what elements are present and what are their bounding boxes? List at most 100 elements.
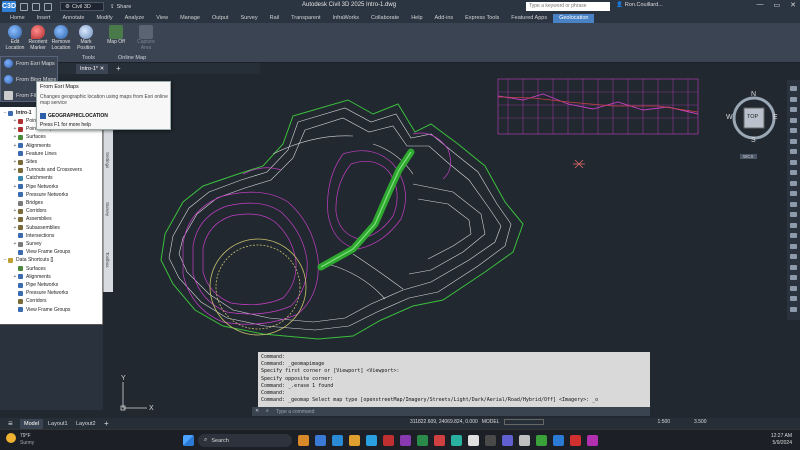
tree-item[interactable]: + Corridors <box>12 207 47 215</box>
ribbon-tab-survey[interactable]: Survey <box>234 14 263 23</box>
tree-item[interactable]: + Assemblies <box>12 215 52 223</box>
undo-icon[interactable] <box>44 2 52 11</box>
maximize-button[interactable]: ▭ <box>774 1 781 9</box>
help-search-input[interactable]: Type a keyword or phrase <box>526 2 610 11</box>
taskbar-app-icon[interactable] <box>553 435 564 446</box>
ribbon-tab-infraworks[interactable]: InfraWorks <box>327 14 366 23</box>
from-esri-maps-item[interactable]: From Esri Maps <box>4 58 55 69</box>
nav-tool-icon[interactable] <box>790 180 797 186</box>
close-icon[interactable]: ✕ <box>100 66 105 72</box>
command-input[interactable]: Type a command <box>276 409 314 415</box>
remove-location-button[interactable]: Remove Location <box>48 25 74 51</box>
ribbon-tab-output[interactable]: Output <box>206 14 235 23</box>
workspace-dropdown[interactable]: ⚙ Civil 3D <box>60 2 104 11</box>
tree-item[interactable]: + Alignments <box>12 142 51 150</box>
tree-item[interactable]: + Sites <box>12 158 38 166</box>
tab-model[interactable]: Model <box>20 419 43 429</box>
ribbon-tab-manage[interactable]: Manage <box>174 14 206 23</box>
nav-tool-icon[interactable] <box>790 191 797 196</box>
tree-item[interactable]: + Turnouts and Crossovers <box>12 166 82 174</box>
ribbon-tab-geolocation[interactable]: Geolocation <box>553 14 595 23</box>
nav-tool-icon[interactable] <box>790 285 797 291</box>
ribbon-tab-collaborate[interactable]: Collaborate <box>365 14 405 23</box>
nav-tool-icon[interactable] <box>790 149 797 154</box>
tab-layout1[interactable]: Layout1 <box>44 419 72 429</box>
tree-item[interactable]: Intersections <box>12 232 54 240</box>
taskbar-app-icon[interactable] <box>417 435 428 446</box>
taskbar-search[interactable]: ⌕ Search <box>198 434 292 447</box>
tab-settings[interactable]: Settings <box>105 152 110 168</box>
tree-item[interactable]: Surfaces <box>12 265 46 273</box>
tree-item[interactable]: Catchments <box>12 174 53 182</box>
tab-survey[interactable]: Survey <box>105 202 110 216</box>
nav-tool-icon[interactable] <box>790 128 797 133</box>
tab-toolbox[interactable]: Toolbox <box>105 252 110 268</box>
model-space-toggle[interactable]: MODEL <box>482 419 500 425</box>
nav-tool-icon[interactable] <box>790 212 797 217</box>
wcs-menu[interactable]: WCS <box>740 154 757 159</box>
command-line[interactable]: ✕ ⌕ Type a command <box>252 407 650 416</box>
app-logo[interactable]: C3D <box>2 1 16 12</box>
nav-tool-icon[interactable] <box>790 243 797 249</box>
taskbar-app-icon[interactable] <box>434 435 445 446</box>
add-layout-button[interactable]: + <box>100 419 113 429</box>
taskbar-app-icon[interactable] <box>570 435 581 446</box>
tree-item[interactable]: Pressure Networks <box>12 191 68 199</box>
nav-tool-icon[interactable] <box>790 86 797 91</box>
taskbar-app-icon[interactable] <box>587 435 598 446</box>
menu-icon[interactable]: ≡ <box>4 419 17 429</box>
viewcube-top[interactable]: TOP <box>747 114 758 120</box>
nav-tool-icon[interactable] <box>790 264 797 270</box>
taskbar-app-icon[interactable] <box>349 435 360 446</box>
ribbon-tab-help[interactable]: Help <box>405 14 428 23</box>
taskbar-app-icon[interactable] <box>366 435 377 446</box>
nav-tool-icon[interactable] <box>790 138 797 144</box>
tree-item[interactable]: Feature Lines <box>12 150 57 158</box>
share-button[interactable]: ⇪ Share <box>110 4 131 10</box>
nav-tool-icon[interactable] <box>790 233 797 238</box>
tree-item[interactable]: + Pipe Networks <box>12 183 59 191</box>
taskbar-app-icon[interactable] <box>383 435 394 446</box>
minimize-button[interactable]: — <box>757 1 764 9</box>
nav-tool-icon[interactable] <box>790 254 797 259</box>
nav-tool-icon[interactable] <box>790 96 797 102</box>
taskbar-app-icon[interactable] <box>400 435 411 446</box>
nav-tool-icon[interactable] <box>790 159 797 165</box>
tree-item[interactable]: − Data Shortcuts [] <box>2 256 54 264</box>
ribbon-tab-home[interactable]: Home <box>4 14 31 23</box>
tree-root[interactable]: − Intro-1 <box>2 109 32 117</box>
taskbar-app-icon[interactable] <box>315 435 326 446</box>
user-account-button[interactable]: 👤 Ron.Couillard... <box>616 2 663 8</box>
viewcube[interactable]: TOP N S E W WCS <box>726 91 780 159</box>
ribbon-tab-view[interactable]: View <box>150 14 174 23</box>
mark-position-button[interactable]: Mark Position <box>73 25 99 51</box>
drafting-toggles[interactable] <box>503 419 544 425</box>
taskbar-app-icon[interactable] <box>536 435 547 446</box>
tree-item[interactable]: Pressure Networks <box>12 289 68 297</box>
taskbar-app-icon[interactable] <box>332 435 343 446</box>
tree-item[interactable]: View Frame Groups <box>12 248 70 256</box>
new-tab-button[interactable]: + <box>112 64 125 74</box>
clock-time[interactable]: 12:27 AM <box>768 433 792 439</box>
tree-item[interactable]: + Surfaces <box>12 133 46 141</box>
weather-temp[interactable]: 79°F <box>20 433 31 439</box>
tree-item[interactable]: + Subassemblies <box>12 224 60 232</box>
ribbon-tab-rail[interactable]: Rail <box>264 14 285 23</box>
ribbon-tab-annotate[interactable]: Annotate <box>56 14 90 23</box>
nav-tool-icon[interactable] <box>790 201 797 207</box>
ribbon-tab-add-ins[interactable]: Add-ins <box>429 14 460 23</box>
windows-start-icon[interactable] <box>183 435 194 446</box>
taskbar-app-icon[interactable] <box>485 435 496 446</box>
save-icon[interactable] <box>32 2 40 11</box>
ribbon-tab-modify[interactable]: Modify <box>90 14 118 23</box>
ribbon-tab-featured-apps[interactable]: Featured Apps <box>505 14 553 23</box>
tree-item[interactable]: + Survey <box>12 240 42 248</box>
file-tab-intro-1[interactable]: Intro-1* ✕ <box>76 64 109 74</box>
tree-item[interactable]: Corridors <box>12 297 47 305</box>
nav-tool-icon[interactable] <box>790 275 797 280</box>
nav-tool-icon[interactable] <box>790 306 797 312</box>
taskbar-app-icon[interactable] <box>519 435 530 446</box>
taskbar-app-icon[interactable] <box>502 435 513 446</box>
taskbar-app-icon[interactable] <box>451 435 462 446</box>
tree-item[interactable]: + Alignments <box>12 273 51 281</box>
